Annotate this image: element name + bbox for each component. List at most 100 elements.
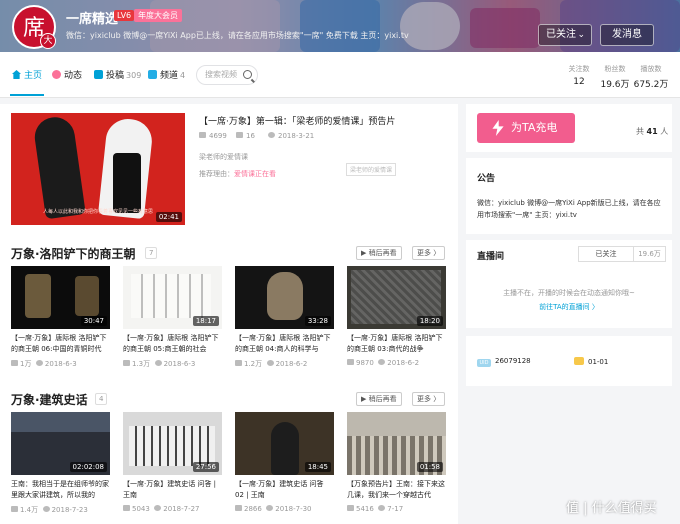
uid-icon: UID <box>477 359 491 367</box>
notice-panel <box>466 158 672 234</box>
video-meta: 1.2万 2018-6-2 <box>235 359 334 369</box>
video-card[interactable]: 27:56 【一席·万象】建筑史话 问答 | 王南 5043 2018-7-27 <box>123 412 222 513</box>
username[interactable]: 一席精选 <box>66 8 118 27</box>
featured-tag[interactable]: 梁老师的爱情课 <box>346 163 397 176</box>
video-thumbnail[interactable]: 18:45 <box>235 412 334 475</box>
video-meta: 5416 7-17 <box>347 505 446 513</box>
video-thumbnail[interactable]: 01:58 <box>347 412 446 475</box>
home-icon <box>12 70 21 79</box>
clock-icon <box>42 506 50 512</box>
tab-home[interactable]: 主页 <box>9 68 45 96</box>
video-thumbnail[interactable]: 18:20 <box>347 266 446 329</box>
live-room-link[interactable]: 前往TA的直播间 〉 <box>466 302 672 312</box>
duration-badge: 01:58 <box>416 462 443 472</box>
video-title[interactable]: 【一席·万象】建筑史话 问答 02 | 王南 <box>235 479 334 501</box>
birthday-info: 01-01 <box>574 357 608 366</box>
video-thumbnail[interactable]: 30:47 <box>11 266 110 329</box>
tab-uploads[interactable]: 投稿 309 <box>94 68 141 81</box>
video-icon <box>94 70 103 79</box>
notice-title: 公告 <box>477 174 496 184</box>
video-card[interactable]: 18:45 【一席·万象】建筑史话 问答 02 | 王南 2866 2018-7… <box>235 412 334 513</box>
video-thumbnail[interactable]: 18:17 <box>123 266 222 329</box>
level-badge: LV6 <box>114 10 135 21</box>
duration-badge: 02:41 <box>155 212 182 222</box>
play-icon <box>123 505 130 511</box>
featured-thumbnail[interactable]: 人每人以此和我和你把你看着喜欢见见一些有意思 02:41 <box>11 113 185 225</box>
cake-icon <box>574 357 584 365</box>
featured-date: 2018-3-21 <box>268 132 314 140</box>
video-title[interactable]: 王南：我相当于是在组师爷的家里跟大家讲建筑，所以我的 <box>11 479 110 501</box>
stat-following[interactable]: 关注数 12 <box>559 64 599 87</box>
clock-icon <box>268 132 275 138</box>
avatar-badge: 大 <box>40 33 56 49</box>
video-card[interactable]: 18:17 【一席·万象】唐际根 洛阳铲下的商王朝 05:商王朝的社会 1.3万… <box>123 266 222 369</box>
thumb-art <box>131 274 211 318</box>
watermark: 值 | 什么值得买 <box>566 501 657 516</box>
video-card[interactable]: 30:47 【一席·万象】唐际根 洛阳铲下的商王朝 06:中国的青铜时代 1万 … <box>11 266 110 369</box>
danmaku-icon <box>236 132 243 138</box>
video-thumbnail[interactable]: 33:28 <box>235 266 334 329</box>
tab-dynamic[interactable]: 动态 <box>52 68 82 81</box>
thumb-art <box>75 276 99 316</box>
clock-icon <box>378 505 386 511</box>
video-thumbnail[interactable]: 02:02:08 <box>11 412 110 475</box>
watch-later-button[interactable]: ▶ 稍后再看 <box>356 392 402 406</box>
message-button[interactable]: 发消息 <box>600 24 654 46</box>
section-title[interactable]: 万象·洛阳铲下的商王朝 <box>11 245 136 262</box>
video-meta: 1万 2018-6-3 <box>11 359 110 369</box>
watch-later-button[interactable]: ▶ 稍后再看 <box>356 246 402 260</box>
vip-badge[interactable]: 年度大会员 <box>134 9 182 22</box>
duration-badge: 18:20 <box>416 316 443 326</box>
duration-badge: 33:28 <box>304 316 331 326</box>
video-title[interactable]: 【一席·万象】建筑史话 问答 | 王南 <box>123 479 222 501</box>
stat-fans[interactable]: 粉丝数 19.6万 <box>595 64 635 90</box>
notice-text: 微信：yixiclub 微博@一席YiXi App新版已上线，请在各应用市场搜索… <box>477 199 661 219</box>
video-card[interactable]: 01:58 【万象预告片】王南：接下来这几课，我们来一个穿越古代 5416 7-… <box>347 412 446 513</box>
video-thumbnail[interactable]: 27:56 <box>123 412 222 475</box>
live-offline-text: 主播不在，开播的时候会在动态通知你哦~ <box>503 289 635 297</box>
live-title: 直播间 <box>477 252 505 262</box>
play-icon <box>123 360 130 366</box>
more-button[interactable]: 更多 〉 <box>412 392 446 406</box>
thumb-art <box>25 274 51 318</box>
section-count: 4 <box>95 393 108 405</box>
section-title[interactable]: 万象·建筑史话 <box>11 391 88 408</box>
featured-views: 4699 <box>199 132 227 140</box>
uid-info: UID 26079128 <box>477 357 531 367</box>
video-meta: 1.3万 2018-6-3 <box>123 359 222 369</box>
video-title[interactable]: 【一席·万象】唐际根 洛阳铲下的商王朝 05:商王朝的社会 <box>123 333 222 355</box>
video-title[interactable]: 【一席·万象】唐际根 洛阳铲下的商王朝 03:商代的战争 <box>347 333 446 355</box>
avatar[interactable]: 席大 <box>12 5 56 49</box>
thumb-art <box>129 426 215 466</box>
thumb-art <box>267 272 303 320</box>
thumb-figure <box>113 153 141 213</box>
chevron-down-icon: ⌄ <box>577 30 585 40</box>
featured-title[interactable]: 【一席·万象】第一辑：「梁老师的爱情课」预告片 <box>199 114 395 127</box>
signature: 微信：yixiclub 微博@一席YiXi App已上线，请在各应用市场搜索"一… <box>66 31 409 40</box>
video-card[interactable]: 18:20 【一席·万象】唐际根 洛阳铲下的商王朝 03:商代的战争 9870 … <box>347 266 446 367</box>
featured-danmaku: 16 <box>236 132 255 140</box>
more-button[interactable]: 更多 〉 <box>412 246 446 260</box>
video-title[interactable]: 【一席·万象】唐际根 洛阳铲下的商王朝 06:中国的青铜时代 <box>11 333 110 355</box>
play-icon <box>347 505 354 511</box>
main-content: 人每人以此和我和你把你看着喜欢见见一些有意思 02:41 【一席·万象】第一辑：… <box>0 104 458 524</box>
thumb-figure <box>32 114 86 220</box>
live-follow-button[interactable]: 已关注 <box>578 246 634 262</box>
tab-channels[interactable]: 频道 4 <box>148 68 185 81</box>
play-icon <box>235 360 242 366</box>
charge-count: 共 41 人 <box>636 127 669 136</box>
duration-badge: 18:17 <box>192 316 219 326</box>
play-icon <box>235 505 242 511</box>
play-icon <box>11 506 18 512</box>
channel-icon <box>148 70 157 79</box>
video-card[interactable]: 02:02:08 王南：我相当于是在组师爷的家里跟大家讲建筑，所以我的 1.4万… <box>11 412 110 515</box>
video-card[interactable]: 33:28 【一席·万象】唐际根 洛阳铲下的商王朝 04:商人的科学与 1.2万… <box>235 266 334 369</box>
video-title[interactable]: 【一席·万象】唐际根 洛阳铲下的商王朝 04:商人的科学与 <box>235 333 334 355</box>
follow-button[interactable]: 已关注 ⌄ <box>538 24 592 46</box>
duration-badge: 30:47 <box>80 316 107 326</box>
search-input[interactable]: 搜索视频 <box>196 65 258 85</box>
video-meta: 5043 2018-7-27 <box>123 505 222 513</box>
charge-button[interactable]: 为TA充电 <box>477 113 575 143</box>
video-title[interactable]: 【万象预告片】王南：接下来这几课，我们来一个穿越古代 <box>347 479 446 501</box>
featured-desc: 梁老师的爱情课 <box>199 153 248 161</box>
